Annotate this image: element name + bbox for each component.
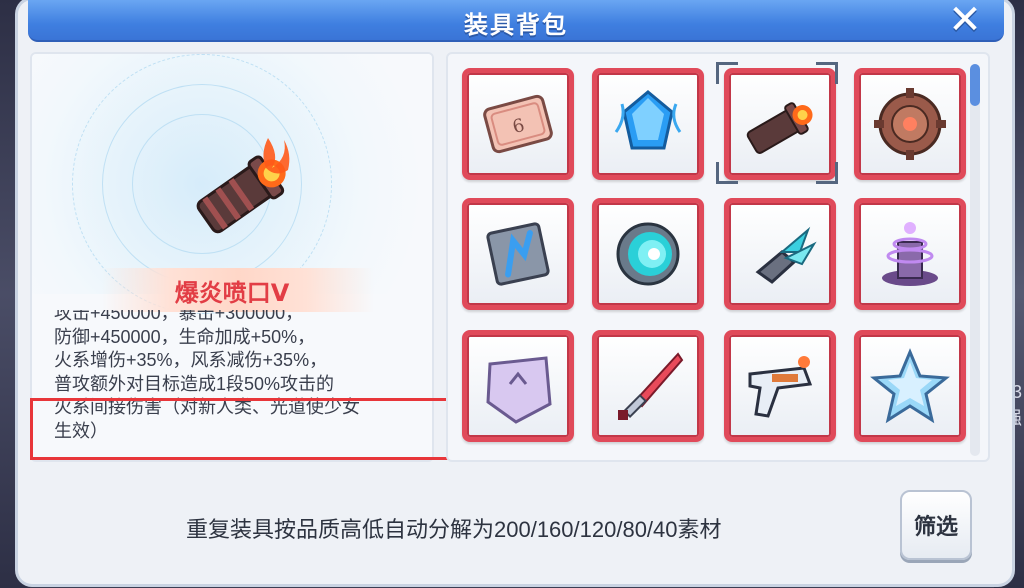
description-line: 普攻额外对目标造成1段50%攻击的: [54, 373, 335, 394]
inventory-slot[interactable]: [592, 68, 704, 180]
selection-corner: [816, 62, 838, 84]
window-title: 装具背包: [464, 12, 568, 39]
red-sword-icon: [618, 352, 684, 420]
description-line: 攻击+450000，暴击+300000，: [54, 310, 304, 323]
inventory-slot[interactable]: [854, 198, 966, 310]
inventory-slot[interactable]: [592, 198, 704, 310]
blaster-gun-icon: [748, 356, 813, 418]
title-bar: 装具背包: [28, 0, 1004, 42]
blue-rune-tablet-icon: [486, 222, 550, 286]
winged-gauntlet-icon: [755, 226, 817, 284]
inventory-slot[interactable]: [854, 330, 966, 442]
auto-decompose-notice: 重复装具按品质高低自动分解为200/160/120/80/40素材: [186, 517, 722, 542]
inventory-scrollbar[interactable]: [970, 64, 980, 456]
ticket-card-icon: 6: [483, 94, 553, 154]
crystal-shield-icon: [486, 356, 552, 424]
selection-corner: [816, 162, 838, 184]
scrollbar-thumb[interactable]: [970, 64, 980, 106]
cyan-spiral-shell-icon: [616, 222, 680, 286]
blue-star-icon: [870, 348, 950, 424]
description-line: 火系增伤+35%，风系减伤+35%，: [54, 350, 328, 370]
inventory-slot[interactable]: [854, 68, 966, 180]
highlight-annotation-box: [30, 398, 496, 460]
purple-tower-icon: [882, 222, 938, 286]
inventory-slot[interactable]: 6: [462, 68, 574, 180]
selection-corner: [716, 62, 738, 84]
close-button[interactable]: ✕: [940, 0, 990, 40]
flame-cannon-icon: [746, 102, 813, 154]
selection-corner: [716, 162, 738, 184]
filter-button[interactable]: 筛选: [900, 490, 972, 560]
item-name: 爆炎喷口Ⅴ: [174, 280, 290, 307]
inventory-slot[interactable]: [724, 198, 836, 310]
inventory-slot[interactable]: [724, 330, 836, 442]
flame-cannon-icon: [180, 128, 300, 258]
close-icon: ✕: [948, 0, 982, 42]
description-line: 防御+450000，生命加成+50%，: [54, 326, 316, 347]
blue-crystal-icon: [614, 90, 682, 150]
inventory-slot[interactable]: [462, 198, 574, 310]
inventory-slot[interactable]: [592, 330, 704, 442]
bronze-gear-icon: [874, 88, 946, 160]
inventory-slot[interactable]: [462, 330, 574, 442]
